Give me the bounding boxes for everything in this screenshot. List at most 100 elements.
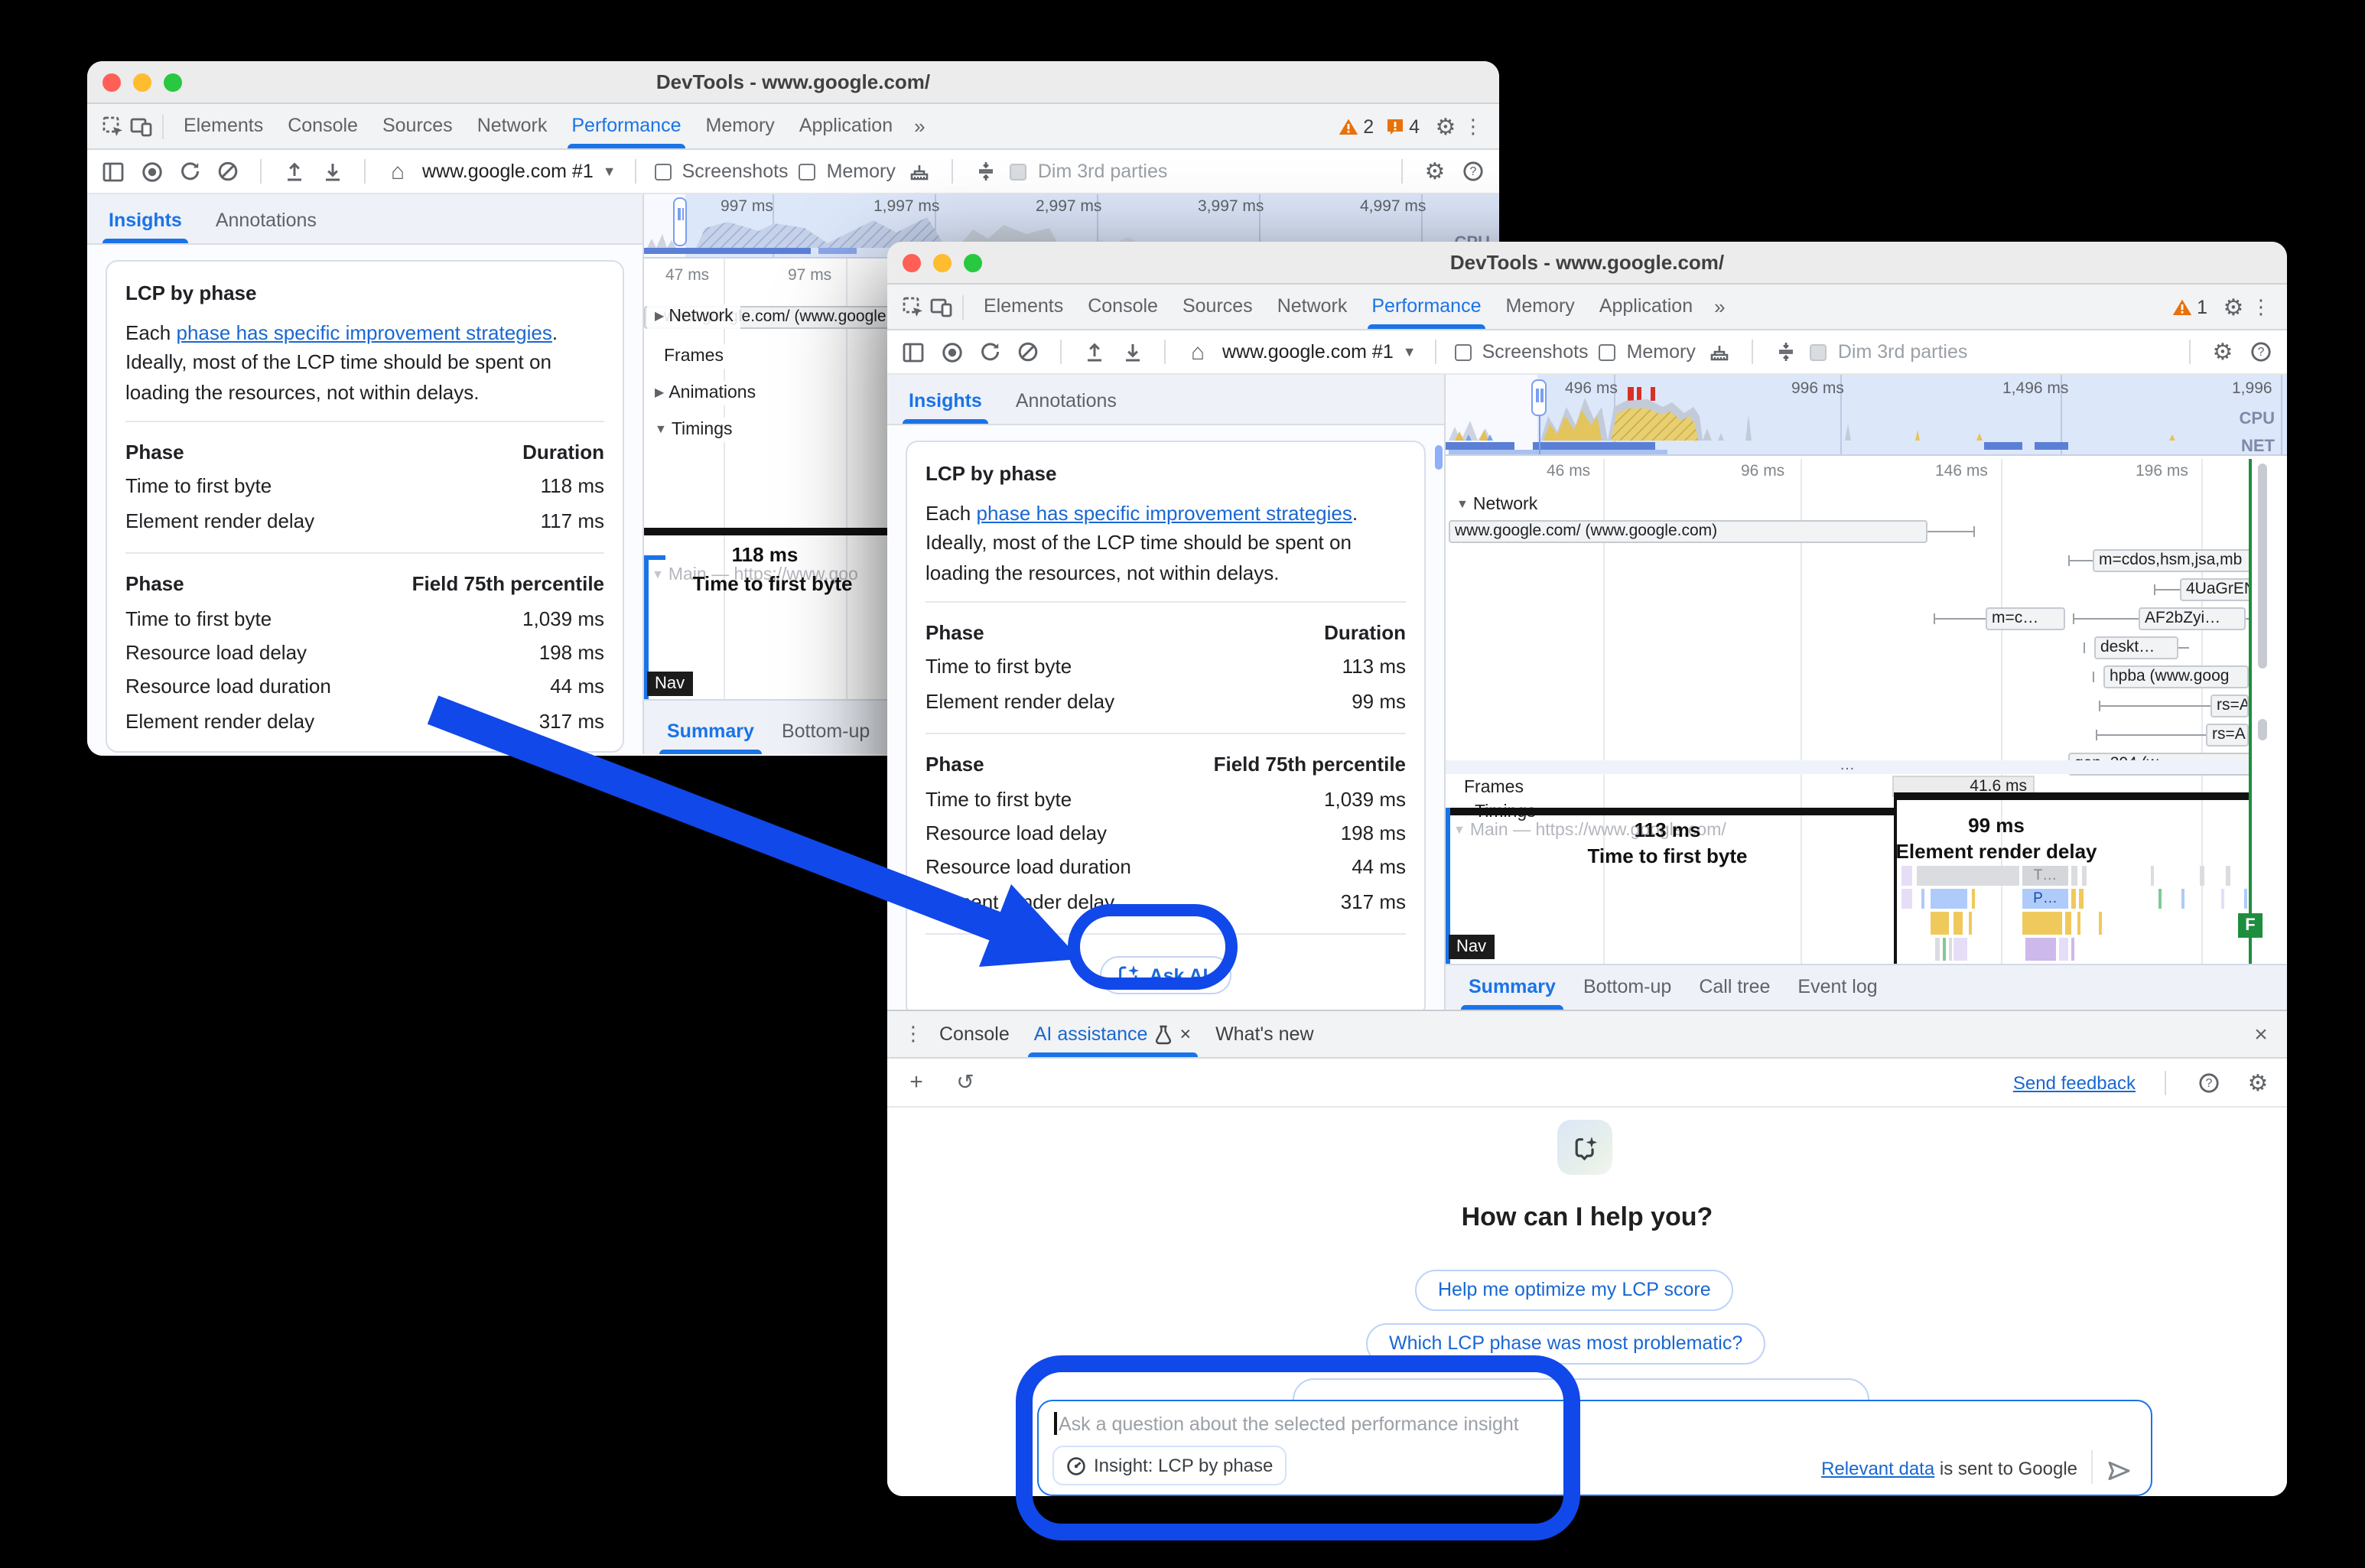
tab-summary[interactable]: Summary [1455, 965, 1570, 1010]
drawer-tab-ai-assistance[interactable]: AI assistance× [1022, 1011, 1203, 1057]
kebab-menu-icon[interactable]: ⋮ [1459, 112, 1487, 140]
network-request-bar[interactable]: AF2bZyi… [2139, 607, 2246, 630]
network-request-bar[interactable]: rs=A [2206, 724, 2249, 747]
device-toolbar-icon[interactable] [927, 293, 955, 320]
more-tabs-icon[interactable]: » [1705, 295, 1731, 318]
target-selector[interactable]: www.google.com #1▼ [1222, 341, 1417, 363]
memory-checkbox[interactable] [1599, 343, 1616, 360]
drawer-tab-console[interactable]: Console [927, 1011, 1022, 1057]
network-request-bar[interactable]: hpba (www.goog [2103, 665, 2249, 688]
titlebar[interactable]: DevTools - www.google.com/ [87, 61, 1499, 104]
panel-scrollbar[interactable] [1435, 445, 1443, 470]
tab-application[interactable]: Application [787, 104, 905, 148]
tracks-divider-band[interactable]: … [1446, 760, 2249, 774]
tab-elements[interactable]: Elements [171, 104, 275, 148]
upload-profile-icon[interactable] [280, 158, 307, 185]
tab-network[interactable]: Network [1265, 285, 1360, 329]
tab-memory[interactable]: Memory [1494, 285, 1587, 329]
dim-third-parties-checkbox[interactable] [1810, 343, 1827, 360]
tab-network[interactable]: Network [465, 104, 560, 148]
target-selector[interactable]: www.google.com #1▼ [422, 161, 616, 182]
tab-sources[interactable]: Sources [1170, 285, 1265, 329]
record-icon[interactable] [138, 158, 165, 185]
network-track-label[interactable]: ▶Network [647, 304, 741, 329]
download-profile-icon[interactable] [318, 158, 346, 185]
tab-event-log[interactable]: Event log [1784, 965, 1891, 1010]
ai-settings-gear-icon[interactable]: ⚙ [2244, 1069, 2272, 1096]
panel-layout-icon[interactable] [99, 158, 127, 185]
home-icon[interactable]: ⌂ [384, 158, 412, 185]
lcp-by-phase-card[interactable]: LCP by phase Each phase has specific imp… [106, 260, 624, 753]
network-request-bar[interactable]: deskt… [2094, 636, 2178, 659]
screenshots-checkbox[interactable] [655, 163, 672, 180]
animations-track-label[interactable]: ▶Animations [647, 381, 763, 405]
insight-context-chip[interactable]: Insight: LCP by phase [1052, 1446, 1287, 1485]
send-feedback-link[interactable]: Send feedback [2013, 1072, 2136, 1093]
clear-icon[interactable] [1014, 338, 1042, 366]
collapse-sections-icon[interactable] [972, 158, 1000, 185]
tab-summary[interactable]: Summary [653, 709, 768, 753]
warnings-badge[interactable]: 2 [1339, 115, 1374, 137]
frames-track-label[interactable]: Frames [656, 344, 731, 369]
panel-settings-gear-icon[interactable]: ⚙ [1421, 158, 1449, 185]
improvement-strategies-link[interactable]: phase has specific improvement strategie… [977, 501, 1352, 524]
new-chat-icon[interactable]: + [903, 1069, 930, 1096]
settings-gear-icon[interactable]: ⚙ [1432, 112, 1459, 140]
issues-badge[interactable]: 4 [1386, 115, 1420, 137]
timeline-area[interactable]: 496 ms 996 ms 1,496 ms 1,996 [1446, 375, 2287, 1010]
network-request-bar[interactable]: 4UaGrEN… [2180, 578, 2249, 601]
ai-prompt-input[interactable]: Ask a question about the selected perfor… [1037, 1400, 2152, 1496]
network-request-bar[interactable]: m=c… [1986, 607, 2065, 630]
drawer-menu-icon[interactable]: ⋮ [899, 1020, 927, 1048]
tab-memory[interactable]: Memory [694, 104, 787, 148]
relevant-data-link[interactable]: Relevant data [1821, 1458, 1934, 1479]
screenshots-checkbox[interactable] [1455, 343, 1472, 360]
tab-bottom-up[interactable]: Bottom-up [768, 709, 883, 753]
subtab-insights[interactable]: Insights [909, 378, 982, 424]
help-icon[interactable]: ? [1459, 158, 1487, 185]
timings-track-label[interactable]: ▼Timings [647, 418, 740, 442]
download-profile-icon[interactable] [1118, 338, 1146, 366]
dim-third-parties-checkbox[interactable] [1010, 163, 1027, 180]
history-icon[interactable]: ↺ [952, 1069, 979, 1096]
lcp-by-phase-card[interactable]: LCP by phase Each phase has specific imp… [906, 441, 1426, 1018]
tab-console[interactable]: Console [1075, 285, 1170, 329]
upload-profile-icon[interactable] [1080, 338, 1108, 366]
timeline-scrollbar[interactable] [2258, 719, 2267, 740]
close-tab-icon[interactable]: × [1179, 1011, 1191, 1057]
titlebar[interactable]: DevTools - www.google.com/ [887, 242, 2287, 285]
gc-brush-icon[interactable] [906, 158, 934, 185]
help-icon[interactable]: ? [2195, 1069, 2223, 1096]
panel-layout-icon[interactable] [899, 338, 927, 366]
fcp-marker-badge[interactable]: F [2238, 913, 2263, 938]
send-prompt-icon[interactable] [2105, 1456, 2132, 1484]
tab-call-tree[interactable]: Call tree [1685, 965, 1784, 1010]
warnings-badge[interactable]: 1 [2172, 296, 2207, 317]
network-track-label[interactable]: ▼Network [1449, 493, 1545, 517]
network-request-bar[interactable]: rs=A [2210, 695, 2249, 717]
subtab-insights[interactable]: Insights [109, 197, 182, 243]
device-toolbar-icon[interactable] [127, 112, 155, 140]
inspect-element-icon[interactable] [899, 293, 927, 320]
settings-gear-icon[interactable]: ⚙ [2220, 293, 2247, 320]
subtab-annotations[interactable]: Annotations [216, 197, 317, 243]
tab-sources[interactable]: Sources [370, 104, 465, 148]
minimap-selection-handle[interactable] [673, 197, 687, 246]
reload-record-icon[interactable] [976, 338, 1004, 366]
record-icon[interactable] [938, 338, 965, 366]
tab-bottom-up[interactable]: Bottom-up [1570, 965, 1685, 1010]
reload-record-icon[interactable] [176, 158, 203, 185]
suggestion-chip[interactable]: Which LCP phase was most problematic? [1366, 1323, 1765, 1365]
tab-performance[interactable]: Performance [559, 104, 693, 148]
clear-icon[interactable] [214, 158, 242, 185]
close-drawer-icon[interactable]: × [2247, 1020, 2275, 1048]
inspect-element-icon[interactable] [99, 112, 127, 140]
tab-console[interactable]: Console [275, 104, 370, 148]
subtab-annotations[interactable]: Annotations [1016, 378, 1117, 424]
panel-settings-gear-icon[interactable]: ⚙ [2209, 338, 2237, 366]
more-tabs-icon[interactable]: » [905, 115, 931, 138]
kebab-menu-icon[interactable]: ⋮ [2247, 293, 2275, 320]
timeline-scrollbar[interactable] [2258, 464, 2267, 669]
improvement-strategies-link[interactable]: phase has specific improvement strategie… [177, 320, 552, 343]
frames-track-label[interactable]: Frames [1456, 776, 1531, 800]
